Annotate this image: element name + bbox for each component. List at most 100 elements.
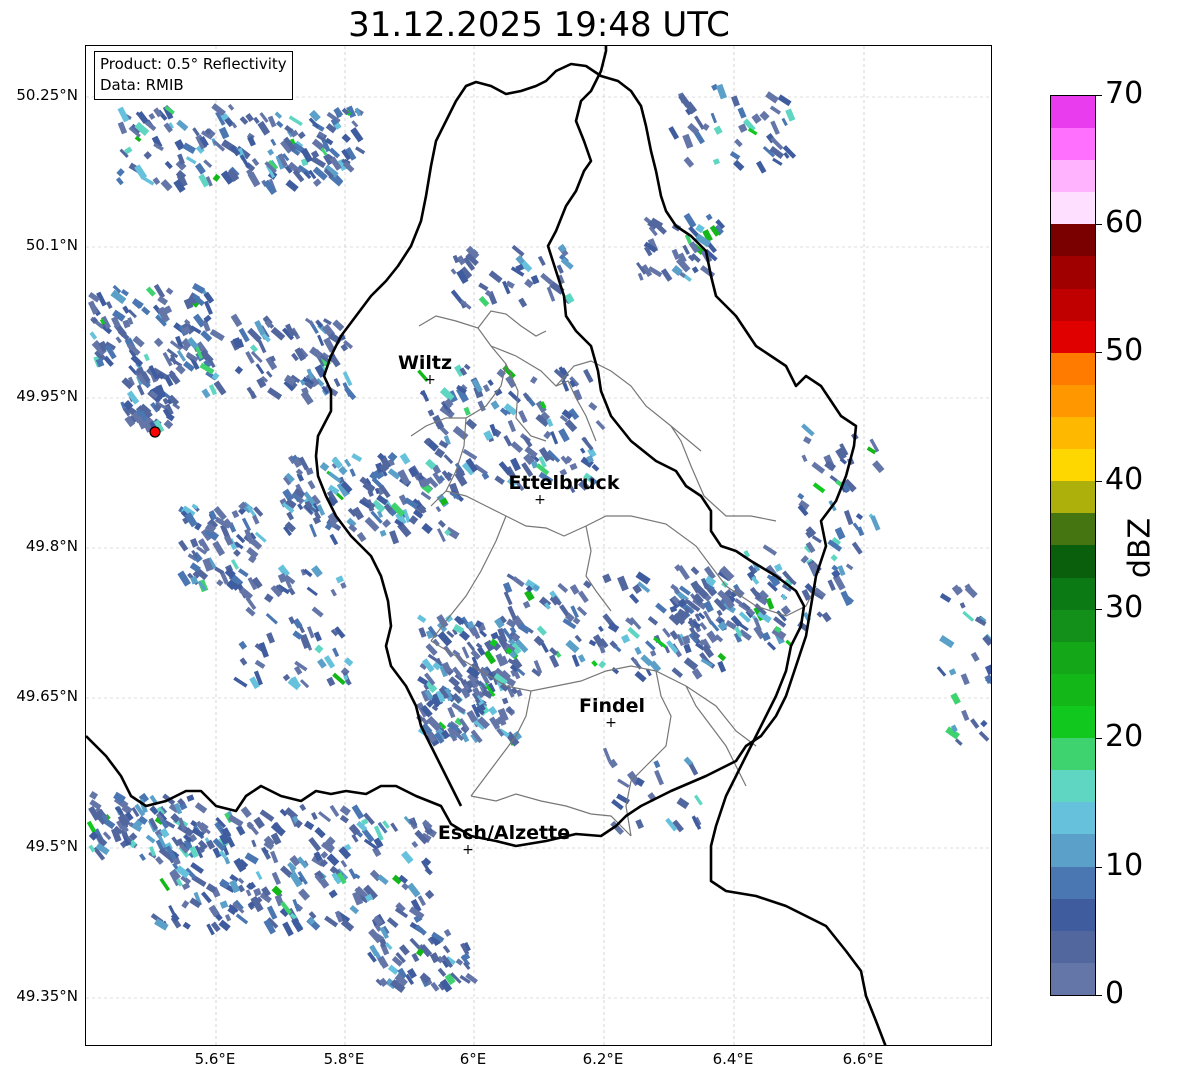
echo-pixel <box>522 600 531 609</box>
echo-pixel <box>463 406 471 416</box>
echo-pixel <box>306 586 318 597</box>
lat-tick-label: 49.35°N <box>16 987 78 1005</box>
radar-map[interactable]: + Wiltz + Ettelbruck + Findel + Esch/Alzette <box>85 45 992 1046</box>
echo-pixel <box>326 676 336 687</box>
echo-pixel <box>954 738 963 746</box>
colorbar-swatch <box>1051 609 1095 642</box>
echo-pixel <box>340 859 348 868</box>
echo-pixel <box>264 593 274 603</box>
echo-pixel <box>308 836 322 852</box>
echo-pixel <box>153 337 164 348</box>
echo-pixel <box>181 900 190 909</box>
colorbar-tick-label: 60 <box>1105 205 1144 240</box>
colorbar-swatch <box>1051 962 1095 995</box>
echo-pixel <box>311 812 318 821</box>
echo-pixel <box>583 368 594 384</box>
lat-tick-label: 50.1°N <box>25 236 78 254</box>
echo-pixel <box>231 509 240 519</box>
echo-pixel <box>978 730 990 742</box>
echo-pixel <box>398 944 410 956</box>
echo-pixel <box>237 877 245 885</box>
echo-pixel <box>203 300 213 315</box>
colorbar-swatch <box>1051 192 1095 225</box>
echo-pixel <box>297 503 304 511</box>
echo-pixel <box>936 666 947 677</box>
echo-pixel <box>348 523 358 533</box>
echo-pixel <box>660 268 673 282</box>
echo-pixel <box>733 159 745 171</box>
lon-tick-label: 6.6°E <box>842 1050 884 1068</box>
city-marker: + <box>605 715 617 731</box>
echo-pixel <box>668 126 680 140</box>
echo-pixel <box>781 117 788 127</box>
echo-pixel <box>330 588 337 597</box>
echo-pixel <box>356 531 367 543</box>
colorbar-unit-label: dBZ <box>1122 517 1158 579</box>
echo-pixel <box>465 418 478 430</box>
echo-pixel <box>716 609 723 617</box>
echo-pixel <box>772 157 783 166</box>
echo-pixel <box>339 805 351 816</box>
echo-pixel <box>443 928 452 937</box>
echo-pixel <box>314 644 324 654</box>
city-label: Esch/Alzette <box>438 822 570 844</box>
echo-pixel <box>329 533 339 546</box>
echo-pixel <box>351 804 365 820</box>
echo-pixel <box>303 820 315 831</box>
radar-site-marker[interactable] <box>149 426 161 438</box>
echo-pixel <box>478 295 490 307</box>
echo-pixel <box>257 339 267 354</box>
echo-pixel <box>159 877 171 892</box>
echo-pixel <box>683 643 692 654</box>
echo-pixel <box>710 112 718 124</box>
echo-pixel <box>282 673 291 682</box>
echo-pixel <box>299 803 307 812</box>
echo-pixel <box>558 428 570 443</box>
echo-pixel <box>540 642 549 654</box>
echo-pixel <box>565 639 580 654</box>
echo-pixel <box>450 268 457 275</box>
echo-pixel <box>251 157 260 167</box>
echo-pixel <box>756 160 767 174</box>
city-label: Ettelbruck <box>509 472 620 494</box>
echo-pixel <box>420 491 432 501</box>
echo-pixel <box>331 456 343 469</box>
colorbar <box>1050 95 1096 996</box>
echo-pixel <box>812 482 826 494</box>
echo-pixel <box>437 519 446 528</box>
colorbar-swatch <box>1051 384 1095 418</box>
echo-pixel <box>550 430 559 445</box>
echo-pixel <box>488 270 503 284</box>
echo-pixel <box>811 461 826 474</box>
echo-pixel <box>328 889 338 899</box>
echo-pixel <box>253 116 260 124</box>
echo-pixel <box>212 173 221 182</box>
echo-pixel <box>309 523 317 538</box>
echo-pixel <box>201 891 212 904</box>
echo-pixel <box>683 212 697 229</box>
lat-tick-label: 49.8°N <box>25 537 78 555</box>
echo-pixel <box>228 814 244 828</box>
colorbar-swatch <box>1051 481 1095 514</box>
product-label: Product: 0.5° Reflectivity <box>100 55 287 73</box>
echo-pixel <box>417 895 427 907</box>
echo-pixel <box>507 419 517 433</box>
echo-pixel <box>145 286 156 297</box>
echo-pixel <box>671 667 684 678</box>
echo-pixel <box>136 384 145 396</box>
echo-pixel <box>212 540 226 557</box>
echo-pixel <box>647 616 659 626</box>
product-info-box: Product: 0.5° Reflectivity Data: RMIB <box>94 51 293 100</box>
echo-pixel <box>705 213 713 221</box>
echo-pixel <box>437 528 446 543</box>
echo-pixel <box>980 719 988 728</box>
echo-pixel <box>811 535 822 544</box>
echo-pixel <box>401 882 410 891</box>
echo-pixel <box>252 514 260 525</box>
echo-pixel <box>219 900 229 909</box>
echo-pixel <box>270 138 277 147</box>
echo-pixel <box>227 103 235 111</box>
echo-pixel <box>241 517 252 532</box>
echo-pixel <box>397 469 411 486</box>
echo-pixel <box>390 822 399 833</box>
